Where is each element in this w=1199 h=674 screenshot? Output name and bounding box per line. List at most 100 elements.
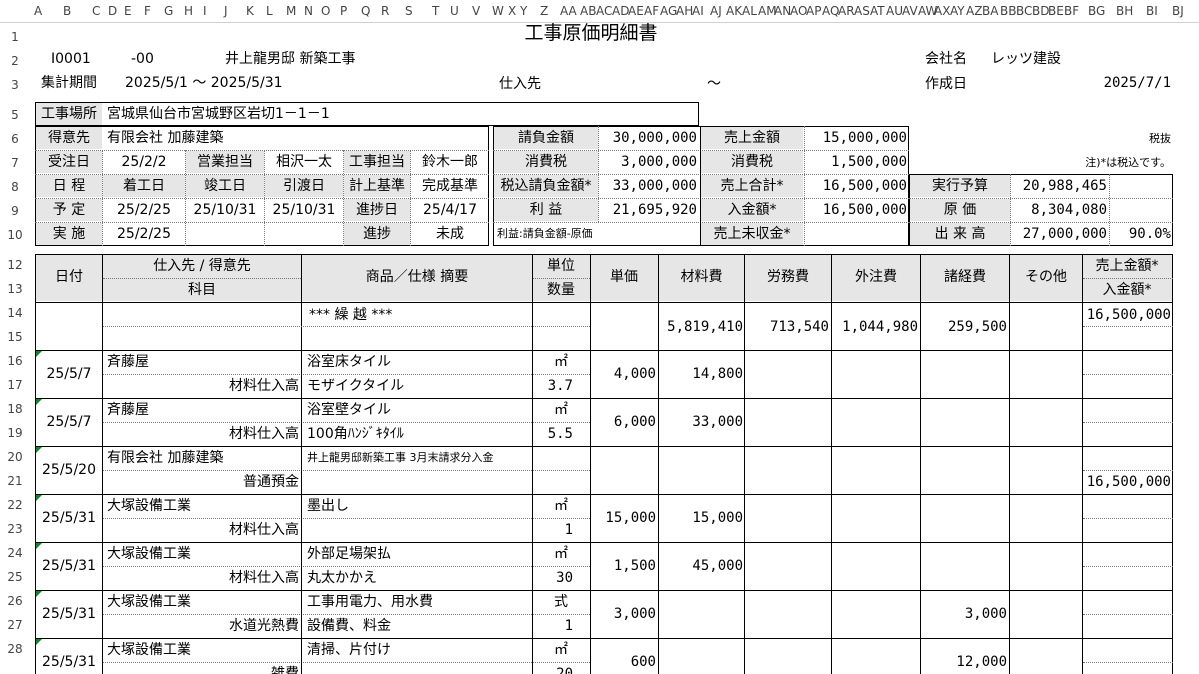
row-header[interactable]: 28 bbox=[0, 642, 30, 656]
column-header[interactable]: AY bbox=[950, 4, 965, 18]
column-header[interactable]: C bbox=[92, 4, 100, 18]
column-header[interactable]: Q bbox=[361, 4, 370, 18]
column-header[interactable]: AF bbox=[644, 4, 659, 18]
column-header[interactable]: BH bbox=[1116, 4, 1133, 18]
row-header[interactable]: 8 bbox=[0, 180, 30, 194]
column-header[interactable]: BE bbox=[1048, 4, 1064, 18]
column-header[interactable]: AH bbox=[676, 4, 693, 18]
column-header[interactable]: K bbox=[246, 4, 254, 18]
stax-amount: 1,500,000 bbox=[831, 154, 907, 170]
column-header[interactable]: Y bbox=[520, 4, 527, 18]
column-header[interactable]: T bbox=[432, 4, 439, 18]
column-header[interactable]: AT bbox=[870, 4, 885, 18]
column-header[interactable]: N bbox=[304, 4, 313, 18]
column-header[interactable]: Z bbox=[540, 4, 548, 18]
row-header[interactable]: 16 bbox=[0, 354, 30, 368]
column-header[interactable]: S bbox=[405, 4, 413, 18]
row-header[interactable]: 6 bbox=[0, 132, 30, 146]
row-header[interactable]: 24 bbox=[0, 546, 30, 560]
row-header[interactable]: 1 bbox=[0, 30, 30, 44]
column-header[interactable]: AV bbox=[902, 4, 918, 18]
column-header[interactable]: BD bbox=[1032, 4, 1049, 18]
column-header[interactable]: BG bbox=[1088, 4, 1105, 18]
row-header[interactable]: 26 bbox=[0, 594, 30, 608]
row-header[interactable]: 13 bbox=[0, 282, 30, 296]
column-header[interactable]: AG bbox=[660, 4, 677, 18]
column-header[interactable]: V bbox=[472, 4, 480, 18]
row-header[interactable]: 15 bbox=[0, 330, 30, 344]
column-header[interactable]: AO bbox=[790, 4, 807, 18]
column-header[interactable]: A bbox=[34, 4, 42, 18]
column-header[interactable]: AN bbox=[774, 4, 791, 18]
row-header[interactable]: 17 bbox=[0, 378, 30, 392]
column-header[interactable]: M bbox=[286, 4, 296, 18]
row-header[interactable]: 22 bbox=[0, 498, 30, 512]
column-header[interactable]: AZ bbox=[966, 4, 982, 18]
column-header[interactable]: R bbox=[381, 4, 389, 18]
column-header[interactable]: AQ bbox=[822, 4, 839, 18]
column-header[interactable]: BB bbox=[1000, 4, 1016, 18]
column-header[interactable]: E bbox=[124, 4, 132, 18]
row-qty: 5.5 bbox=[547, 426, 573, 442]
column-header[interactable]: BI bbox=[1146, 4, 1158, 18]
row-header[interactable]: 9 bbox=[0, 204, 30, 218]
column-header[interactable]: AB bbox=[580, 4, 596, 18]
column-header[interactable]: H bbox=[184, 4, 193, 18]
column-header[interactable]: D bbox=[108, 4, 117, 18]
row-qty: 30 bbox=[556, 570, 573, 586]
site-label: 工事場所 bbox=[36, 103, 102, 125]
column-header[interactable]: AE bbox=[628, 4, 644, 18]
column-header[interactable]: I bbox=[203, 4, 207, 18]
deliver-label: 引渡日 bbox=[265, 175, 343, 197]
column-header[interactable]: J bbox=[224, 4, 228, 18]
column-header[interactable]: AP bbox=[806, 4, 821, 18]
row-header[interactable]: 5 bbox=[0, 108, 30, 122]
row-header[interactable]: 27 bbox=[0, 618, 30, 632]
column-header[interactable]: L bbox=[266, 4, 273, 18]
basis-value: 完成基準 bbox=[422, 178, 478, 194]
row-header[interactable]: 21 bbox=[0, 474, 30, 488]
column-header[interactable]: B bbox=[63, 4, 71, 18]
column-header[interactable]: AX bbox=[934, 4, 950, 18]
row-item: 井上龍男邸新築工事 3月末請求分入金 bbox=[307, 451, 494, 464]
column-header[interactable]: AD bbox=[612, 4, 629, 18]
order-label: 受注日 bbox=[36, 151, 102, 173]
column-header[interactable]: AA bbox=[560, 4, 577, 18]
row-header[interactable]: 2 bbox=[0, 54, 30, 68]
column-header[interactable]: AJ bbox=[710, 4, 722, 18]
column-header[interactable]: BA bbox=[982, 4, 998, 18]
row-account: 水道光熱費 bbox=[229, 618, 299, 634]
column-header[interactable]: AR bbox=[838, 4, 855, 18]
spreadsheet-grid[interactable]: 工事原価明細書 I0001 -00 井上龍男邸 新築工事 会社名 レッツ建設 集… bbox=[31, 22, 1199, 674]
row-divider bbox=[1083, 518, 1173, 519]
row-header[interactable]: 23 bbox=[0, 522, 30, 536]
column-header[interactable]: AI bbox=[692, 4, 704, 18]
column-header[interactable]: W bbox=[492, 4, 504, 18]
column-header[interactable]: BJ bbox=[1172, 4, 1184, 18]
column-header[interactable]: AC bbox=[596, 4, 612, 18]
row-header[interactable]: 3 bbox=[0, 78, 30, 92]
column-header[interactable]: BC bbox=[1016, 4, 1032, 18]
row-header[interactable]: 10 bbox=[0, 228, 30, 242]
row-header[interactable]: 20 bbox=[0, 450, 30, 464]
row-header[interactable]: 12 bbox=[0, 258, 30, 272]
column-header[interactable]: X bbox=[508, 4, 516, 18]
row-header[interactable]: 14 bbox=[0, 306, 30, 320]
column-header[interactable]: U bbox=[450, 4, 459, 18]
row-header[interactable]: 25 bbox=[0, 570, 30, 584]
row-header[interactable]: 19 bbox=[0, 426, 30, 440]
column-header[interactable]: O bbox=[321, 4, 330, 18]
row-qty: 1 bbox=[564, 522, 573, 538]
column-header[interactable]: AU bbox=[886, 4, 903, 18]
budget-label: 実行予算 bbox=[910, 175, 1010, 197]
column-header[interactable]: BF bbox=[1064, 4, 1079, 18]
column-header[interactable]: P bbox=[340, 4, 347, 18]
row-header[interactable]: 18 bbox=[0, 402, 30, 416]
column-header[interactable]: AK bbox=[726, 4, 742, 18]
row-header[interactable]: 7 bbox=[0, 156, 30, 170]
column-header[interactable]: AS bbox=[854, 4, 870, 18]
th-outsource: 外注費 bbox=[855, 269, 897, 285]
column-header[interactable]: G bbox=[164, 4, 173, 18]
column-header[interactable]: AL bbox=[742, 4, 757, 18]
column-header[interactable]: F bbox=[144, 4, 151, 18]
